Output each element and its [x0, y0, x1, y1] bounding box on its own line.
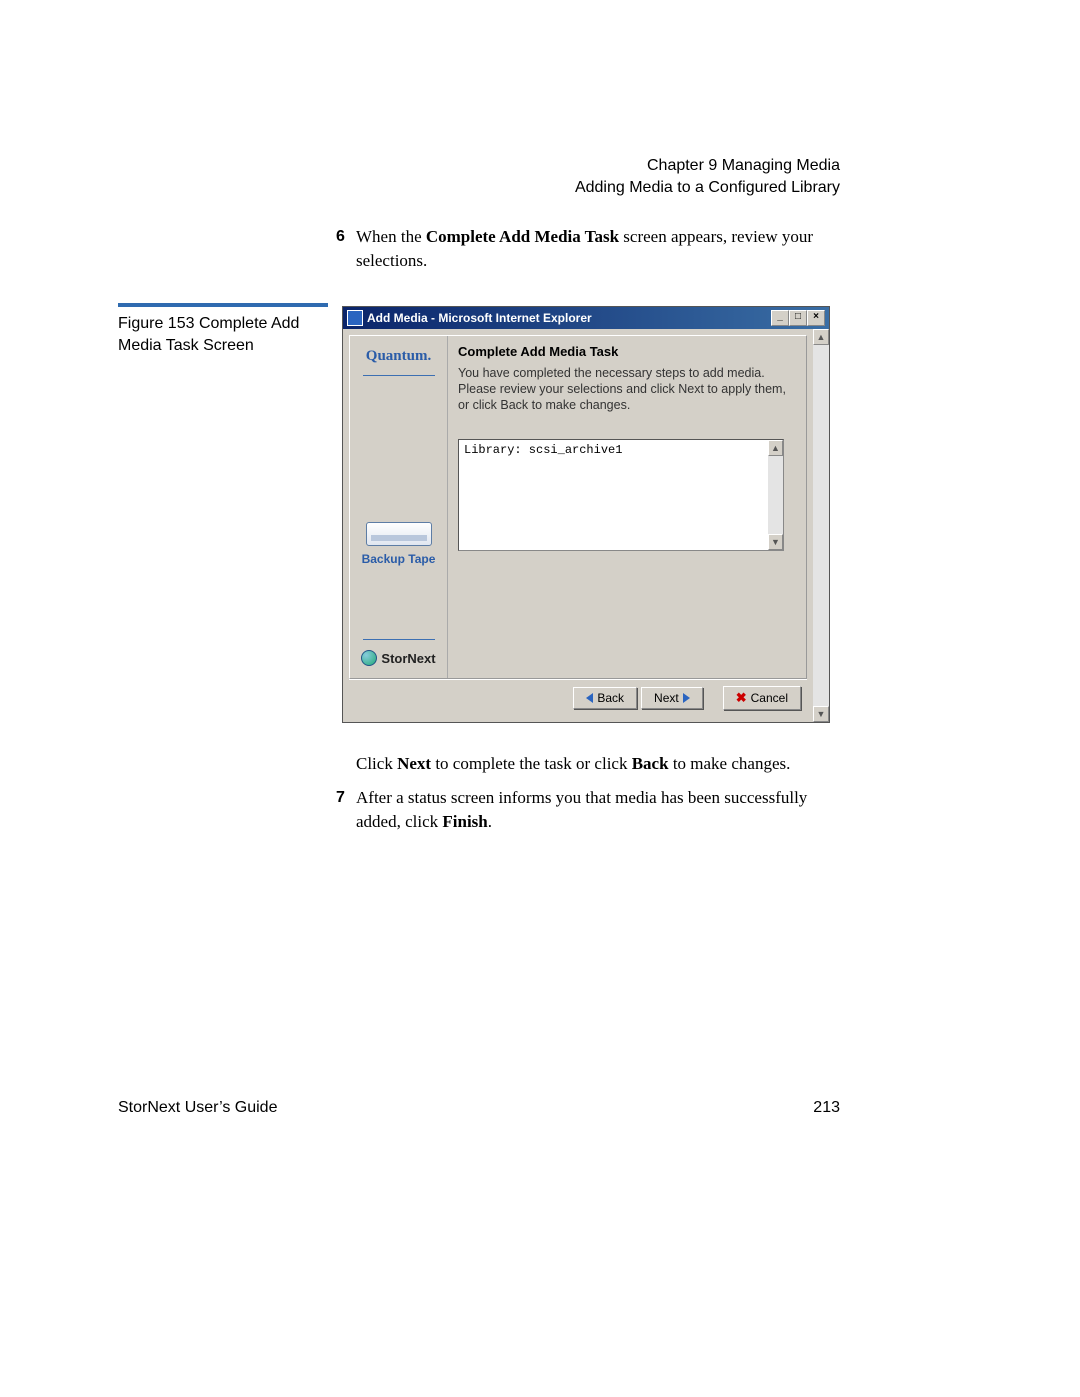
step-6-pre: When the: [356, 227, 426, 246]
minimize-button[interactable]: _: [771, 310, 789, 326]
page-header: Chapter 9 Managing Media Adding Media to…: [575, 155, 840, 199]
window-title: Add Media - Microsoft Internet Explorer: [367, 311, 592, 325]
wizard-sidebar: Quantum. Backup Tape StorNext: [350, 336, 448, 678]
step-7-post: .: [488, 812, 492, 831]
figure-caption: Figure 153 Complete Add Media Task Scree…: [118, 303, 328, 357]
step-number-6: 6: [336, 225, 345, 249]
after-mid: to complete the task or click: [431, 754, 632, 773]
backup-tape-label: Backup Tape: [362, 552, 436, 566]
tape-drive-icon: [366, 522, 432, 546]
back-label: Back: [597, 691, 624, 705]
listbox-scrollbar[interactable]: ▲ ▼: [768, 440, 783, 550]
chapter-label: Chapter 9 Managing Media: [575, 155, 840, 177]
stornext-logo: StorNext: [361, 650, 435, 666]
ie-window: Add Media - Microsoft Internet Explorer …: [342, 306, 830, 723]
next-button[interactable]: Next: [641, 687, 703, 709]
main-pane: Quantum. Backup Tape StorNext Complete A…: [343, 329, 813, 722]
footer-guide: StorNext User’s Guide: [118, 1099, 277, 1117]
after-post: to make changes.: [669, 754, 791, 773]
x-icon: ✖: [736, 690, 747, 706]
scroll-up-icon[interactable]: ▲: [768, 440, 783, 456]
window-scrollbar[interactable]: ▲ ▼: [813, 329, 829, 722]
quantum-logo: Quantum.: [366, 348, 431, 365]
cancel-label: Cancel: [751, 691, 788, 705]
wizard-body: You have completed the necessary steps t…: [458, 365, 796, 413]
wizard-heading: Complete Add Media Task: [458, 344, 796, 359]
scroll-down-icon[interactable]: ▼: [813, 706, 829, 722]
back-button[interactable]: Back: [573, 687, 637, 709]
step-6: 6 When the Complete Add Media Task scree…: [356, 225, 836, 273]
stornext-text: StorNext: [381, 651, 435, 666]
wizard-button-bar: Back Next ✖ Cancel: [349, 679, 807, 716]
after-b1: Next: [397, 754, 431, 773]
scroll-up-icon[interactable]: ▲: [813, 329, 829, 345]
ie-icon: [347, 310, 363, 326]
listbox-content: Library: scsi_archive1: [459, 440, 768, 550]
step-7: 7 After a status screen informs you that…: [356, 786, 836, 834]
next-label: Next: [654, 691, 679, 705]
arrow-left-icon: [586, 693, 593, 703]
step-number-7: 7: [336, 786, 345, 810]
wizard-content: Complete Add Media Task You have complet…: [448, 336, 806, 678]
maximize-button[interactable]: □: [789, 310, 807, 326]
arrow-right-icon: [683, 693, 690, 703]
globe-icon: [361, 650, 377, 666]
step-6-bold: Complete Add Media Task: [426, 227, 619, 246]
divider-icon: [363, 639, 435, 640]
divider-icon: [363, 375, 435, 376]
scroll-down-icon[interactable]: ▼: [768, 534, 783, 550]
summary-listbox[interactable]: Library: scsi_archive1 ▲ ▼: [458, 439, 784, 551]
step-7-pre: After a status screen informs you that m…: [356, 788, 807, 831]
window-titlebar[interactable]: Add Media - Microsoft Internet Explorer …: [343, 307, 829, 329]
after-pre: Click: [356, 754, 397, 773]
step-7-bold: Finish: [442, 812, 487, 831]
section-label: Adding Media to a Configured Library: [575, 177, 840, 199]
footer-page: 213: [813, 1099, 840, 1117]
after-b2: Back: [632, 754, 669, 773]
cancel-button[interactable]: ✖ Cancel: [723, 686, 801, 710]
close-button[interactable]: ×: [807, 310, 825, 326]
after-figure-text: Click Next to complete the task or click…: [356, 752, 836, 776]
